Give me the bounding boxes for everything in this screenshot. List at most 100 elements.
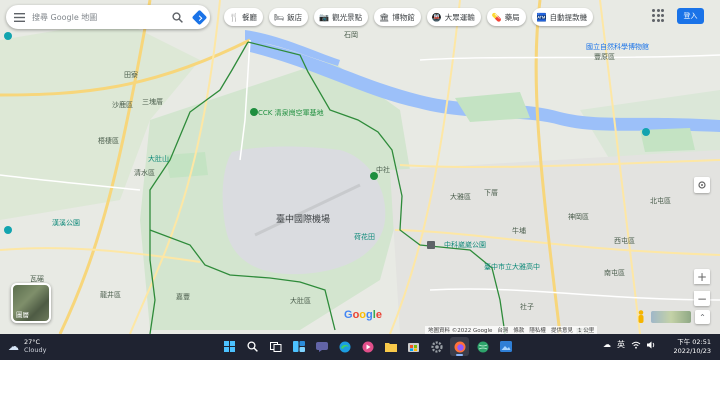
chip-transit[interactable]: 🚇 大眾運輸 <box>426 8 481 26</box>
play-icon <box>362 341 373 352</box>
label-shalu: 沙鹿區 <box>112 101 133 109</box>
map-canvas[interactable]: 臺中國際機場 CCK 清泉崗空軍基地 清水區 龍井區 大肚區 豐原區 大雅區 神… <box>0 0 720 334</box>
chip-label: 觀光景點 <box>332 12 363 22</box>
my-location-button[interactable] <box>694 177 710 193</box>
minus-icon: − <box>696 291 708 306</box>
chip-label: 餐廳 <box>241 12 257 22</box>
chip-label: 博物館 <box>392 12 415 22</box>
search-button[interactable] <box>166 5 188 29</box>
label-dadu-mt: 大肚山 <box>148 155 169 163</box>
label-niupu: 牛埔 <box>512 227 526 235</box>
chat-button[interactable] <box>312 337 331 356</box>
clock-date: 2022/10/23 <box>673 346 711 355</box>
chip-atms[interactable]: 🏧 自動提款機 <box>531 8 594 26</box>
label-hanxi: 漢溪公園 <box>52 219 80 227</box>
label-xitun: 西屯區 <box>614 237 635 245</box>
sign-in-button[interactable]: 登入 <box>677 8 704 24</box>
label-dadu: 大肚區 <box>290 297 311 305</box>
imagery-thumbnails[interactable] <box>651 311 691 323</box>
transit-icon: 🚇 <box>431 12 442 22</box>
poi-pin-west[interactable] <box>4 32 12 40</box>
wifi-icon[interactable] <box>631 341 641 349</box>
label-airport: 臺中國際機場 <box>276 215 331 225</box>
label-jiafeng: 嘉豐 <box>176 293 190 301</box>
clock[interactable]: 下午 02:51 2022/10/23 <box>663 338 711 355</box>
store-button[interactable] <box>404 337 423 356</box>
volume-icon[interactable] <box>647 341 657 349</box>
privacy-link[interactable]: 隱私權 <box>529 326 546 334</box>
scale-label[interactable]: 1 公里 <box>578 326 594 334</box>
camera-icon: 📷 <box>319 12 330 22</box>
pharmacy-icon: 💊 <box>491 12 502 22</box>
widgets-button[interactable] <box>289 337 308 356</box>
terms-link[interactable]: 條款 <box>513 326 524 334</box>
weather-widget[interactable]: ☁ 27°C Cloudy <box>8 338 46 354</box>
firefox-icon <box>454 341 465 352</box>
map-attribution: 地圖資料 ©2022 Google 台灣 條款 隱私權 提供意見 1 公里 <box>425 326 598 334</box>
poi-pin-industrial[interactable] <box>427 241 435 249</box>
folder-icon <box>384 342 397 352</box>
windows-start-button[interactable] <box>220 337 239 356</box>
label-qingshui: 清水區 <box>134 169 155 177</box>
search-input[interactable] <box>32 7 166 27</box>
cloud-sync-icon[interactable]: ☁ <box>603 340 611 349</box>
zoom-out-button[interactable]: − <box>694 291 710 306</box>
hamburger-icon <box>13 12 25 22</box>
google-logo: Google <box>344 309 382 321</box>
chip-restaurants[interactable]: 🍴 餐廳 <box>224 8 263 26</box>
file-explorer-button[interactable] <box>381 337 400 356</box>
label-museum: 國立自然科學博物館 <box>586 43 649 51</box>
cloud-icon: ☁ <box>8 339 19 353</box>
atm-icon: 🏧 <box>536 12 547 22</box>
task-view-button[interactable] <box>266 337 285 356</box>
directions-button[interactable] <box>188 5 210 29</box>
poi-pin-east-park[interactable] <box>642 128 650 136</box>
label-fengyuan: 豐原區 <box>594 53 615 61</box>
weather-desc: Cloudy <box>24 346 47 354</box>
poi-pin-southwest[interactable] <box>4 226 12 234</box>
label-shezi: 社子 <box>520 303 534 311</box>
settings-button[interactable] <box>427 337 446 356</box>
expand-button[interactable]: ⌃ <box>695 310 710 324</box>
chip-pharmacies[interactable]: 💊 藥局 <box>486 8 526 26</box>
search-box <box>6 5 210 29</box>
label-nantun: 南屯區 <box>604 269 625 277</box>
layers-button[interactable]: 圖層 <box>11 283 51 323</box>
weather-temp: 27°C <box>24 338 41 346</box>
chip-attractions[interactable]: 📷 觀光景點 <box>314 8 369 26</box>
layers-label: 圖層 <box>16 311 29 319</box>
input-method-indicator[interactable]: 英 <box>617 339 625 350</box>
country-label[interactable]: 台灣 <box>497 326 508 334</box>
menu-button[interactable] <box>6 5 32 29</box>
below-taskbar-area <box>0 360 720 404</box>
street-view-pegman[interactable] <box>633 309 649 325</box>
zoom-in-button[interactable]: + <box>694 269 710 284</box>
poi-pin-zhongshe[interactable] <box>370 172 378 180</box>
category-chips: 🍴 餐廳 🛏 飯店 📷 觀光景點 🏛 博物館 🚇 大眾運輸 💊 藥局 🏧 自動提款機 <box>224 8 594 26</box>
chip-museums[interactable]: 🏛 博物館 <box>374 8 421 26</box>
feedback-link[interactable]: 提供意見 <box>551 326 573 334</box>
taskbar-apps <box>220 337 515 356</box>
photos-button[interactable] <box>496 337 515 356</box>
gear-icon <box>430 340 443 353</box>
label-shixin: 石岡 <box>344 31 358 39</box>
label-wuqi: 梧棲區 <box>98 137 119 145</box>
store-icon <box>408 343 419 352</box>
edge-button[interactable] <box>335 337 354 356</box>
label-sanlu: 三塊厝 <box>142 98 163 106</box>
chip-hotels[interactable]: 🛏 飯店 <box>268 8 309 26</box>
globe-icon <box>477 341 488 352</box>
clock-time: 下午 02:51 <box>677 338 711 346</box>
poi-pin-cck[interactable] <box>250 108 258 116</box>
firefox-button[interactable] <box>450 337 469 356</box>
media-player-button[interactable] <box>358 337 377 356</box>
taskbar-search-button[interactable] <box>243 337 262 356</box>
chip-label: 自動提款機 <box>549 12 588 22</box>
chip-label: 飯店 <box>287 12 303 22</box>
label-tianliao: 田寮 <box>124 71 138 79</box>
label-daya: 大雅區 <box>450 193 471 201</box>
google-apps-button[interactable] <box>652 9 666 23</box>
windows-taskbar: ☁ 27°C Cloudy ☁ 英 下午 02:51 2022/10/23 <box>0 334 720 360</box>
label-taichung-tech: 臺中市立大雅高中 <box>484 263 540 271</box>
browser-globe-button[interactable] <box>473 337 492 356</box>
